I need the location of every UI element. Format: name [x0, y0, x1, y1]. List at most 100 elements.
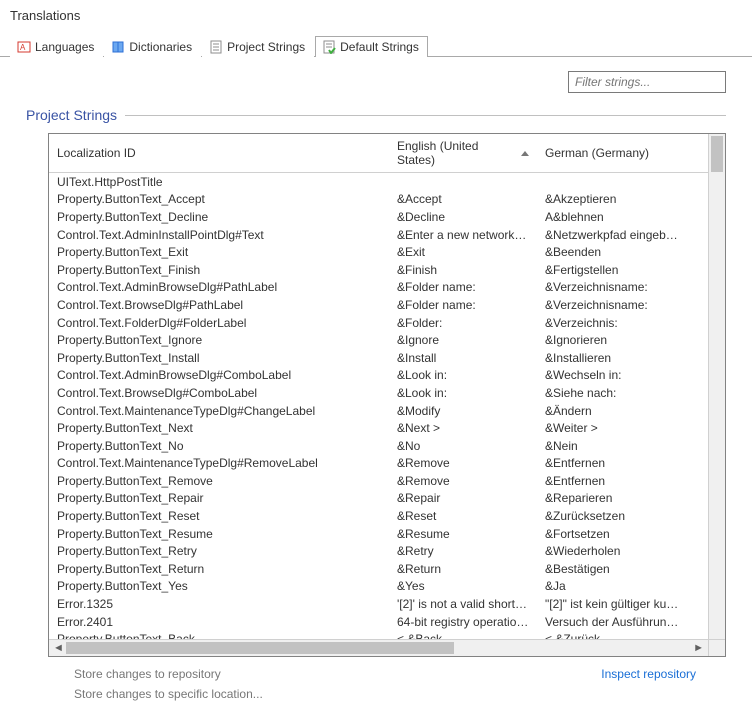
table-row[interactable]: Property.ButtonText_Yes&Yes&Ja	[49, 578, 725, 596]
cell-en: &Look in:	[389, 386, 537, 400]
tab-label: Default Strings	[340, 40, 419, 54]
scroll-right-icon[interactable]: ►	[693, 642, 704, 654]
cell-en: &Resume	[389, 527, 537, 541]
cell-de: &Nein	[537, 439, 687, 453]
table-row[interactable]: Property.ButtonText_Repair&Repair&Repari…	[49, 490, 725, 508]
table-row[interactable]: UIText.HttpPostTitle	[49, 173, 725, 191]
table-row[interactable]: Control.Text.AdminBrowseDlg#PathLabel&Fo…	[49, 279, 725, 297]
section-rule	[125, 115, 726, 116]
cell-en: &Exit	[389, 245, 537, 259]
tab-default-strings[interactable]: Default Strings	[315, 36, 428, 57]
column-header-en-label: English (United States)	[397, 139, 517, 167]
store-to-location-link[interactable]: Store changes to specific location...	[74, 687, 263, 701]
cell-de: &Verzeichnisname:	[537, 298, 687, 312]
table-row[interactable]: Control.Text.BrowseDlg#ComboLabel&Look i…	[49, 384, 725, 402]
project-strings-icon	[209, 40, 223, 54]
sort-ascending-icon	[521, 151, 529, 156]
cell-de: &Akzeptieren	[537, 192, 687, 206]
cell-de: &Fortsetzen	[537, 527, 687, 541]
cell-en: &Folder name:	[389, 298, 537, 312]
cell-en: &Retry	[389, 544, 537, 558]
cell-en: &Look in:	[389, 368, 537, 382]
cell-de: &Entfernen	[537, 474, 687, 488]
table-row[interactable]: Error.240164-bit registry operation ...V…	[49, 613, 725, 631]
tab-languages[interactable]: A Languages	[10, 36, 103, 57]
cell-de: &Ignorieren	[537, 333, 687, 347]
cell-id: Control.Text.AdminBrowseDlg#PathLabel	[49, 280, 389, 294]
cell-id: Property.ButtonText_Ignore	[49, 333, 389, 347]
scroll-left-icon[interactable]: ◄	[53, 642, 64, 654]
cell-en: &Yes	[389, 579, 537, 593]
cell-id: Control.Text.FolderDlg#FolderLabel	[49, 316, 389, 330]
strings-grid: Localization ID English (United States) …	[48, 133, 726, 657]
tab-project-strings[interactable]: Project Strings	[202, 36, 314, 57]
table-row[interactable]: Property.ButtonText_Next&Next >&Weiter >	[49, 419, 725, 437]
cell-id: Property.ButtonText_Finish	[49, 263, 389, 277]
cell-en: &Reset	[389, 509, 537, 523]
cell-en: &No	[389, 439, 537, 453]
table-row[interactable]: Control.Text.BrowseDlg#PathLabel&Folder …	[49, 296, 725, 314]
table-row[interactable]: Property.ButtonText_Retry&Retry&Wiederho…	[49, 542, 725, 560]
cell-de: A&blehnen	[537, 210, 687, 224]
cell-id: Property.ButtonText_Repair	[49, 491, 389, 505]
scrollbar-thumb-h[interactable]	[66, 642, 454, 654]
cell-de: &Wechseln in:	[537, 368, 687, 382]
store-to-repo-link[interactable]: Store changes to repository	[74, 667, 263, 681]
section-title-text: Project Strings	[26, 107, 117, 123]
horizontal-scrollbar[interactable]: ◄ ►	[49, 639, 708, 656]
default-strings-icon	[322, 40, 336, 54]
table-row[interactable]: Control.Text.FolderDlg#FolderLabel&Folde…	[49, 314, 725, 332]
cell-id: Control.Text.AdminInstallPointDlg#Text	[49, 228, 389, 242]
cell-en: &Remove	[389, 456, 537, 470]
cell-id: Control.Text.MaintenanceTypeDlg#ChangeLa…	[49, 404, 389, 418]
table-row[interactable]: Property.ButtonText_Finish&Finish&Fertig…	[49, 261, 725, 279]
inspect-repo-link[interactable]: Inspect repository	[601, 667, 726, 701]
table-row[interactable]: Property.ButtonText_Ignore&Ignore&Ignori…	[49, 331, 725, 349]
cell-en: &Modify	[389, 404, 537, 418]
cell-en: &Ignore	[389, 333, 537, 347]
cell-id: UIText.HttpPostTitle	[49, 175, 389, 189]
svg-text:A: A	[20, 43, 26, 52]
table-row[interactable]: Property.ButtonText_Accept&Accept&Akzept…	[49, 191, 725, 209]
cell-id: Error.1325	[49, 597, 389, 611]
table-row[interactable]: Property.ButtonText_Exit&Exit&Beenden	[49, 243, 725, 261]
cell-de: &Reparieren	[537, 491, 687, 505]
cell-de: &Wiederholen	[537, 544, 687, 558]
scrollbar-corner	[708, 639, 725, 656]
grid-body: UIText.HttpPostTitle Property.ButtonText_…	[49, 173, 725, 656]
cell-de: &Entfernen	[537, 456, 687, 470]
table-row[interactable]: Control.Text.MaintenanceTypeDlg#RemoveLa…	[49, 455, 725, 473]
table-row[interactable]: Property.ButtonText_No&No&Nein	[49, 437, 725, 455]
table-row[interactable]: Property.ButtonText_Remove&Remove&Entfer…	[49, 472, 725, 490]
table-row[interactable]: Property.ButtonText_Install&Install&Inst…	[49, 349, 725, 367]
cell-id: Control.Text.BrowseDlg#PathLabel	[49, 298, 389, 312]
table-row[interactable]: Property.ButtonText_Return&Return&Bestät…	[49, 560, 725, 578]
table-row[interactable]: Error.1325'[2]' is not a valid short fil…	[49, 595, 725, 613]
table-row[interactable]: Control.Text.AdminInstallPointDlg#Text&E…	[49, 226, 725, 244]
cell-id: Control.Text.BrowseDlg#ComboLabel	[49, 386, 389, 400]
cell-id: Error.2401	[49, 615, 389, 629]
cell-en: '[2]' is not a valid short fil...	[389, 597, 537, 611]
table-row[interactable]: Control.Text.MaintenanceTypeDlg#ChangeLa…	[49, 402, 725, 420]
column-header-en[interactable]: English (United States)	[389, 134, 537, 172]
tab-dictionaries[interactable]: Dictionaries	[104, 36, 201, 57]
cell-de: &Netzwerkpfad eingeben	[537, 228, 687, 242]
table-row[interactable]: Property.ButtonText_Decline&DeclineA&ble…	[49, 208, 725, 226]
cell-de: "[2]" ist kein gültiger kurz..	[537, 597, 687, 611]
cell-id: Property.ButtonText_Next	[49, 421, 389, 435]
cell-id: Property.ButtonText_Reset	[49, 509, 389, 523]
cell-id: Property.ButtonText_Exit	[49, 245, 389, 259]
cell-de: &Weiter >	[537, 421, 687, 435]
cell-de: &Beenden	[537, 245, 687, 259]
table-row[interactable]: Property.ButtonText_Reset&Reset&Zurückse…	[49, 507, 725, 525]
scrollbar-thumb[interactable]	[711, 136, 723, 172]
dictionaries-icon	[111, 40, 125, 54]
table-row[interactable]: Control.Text.AdminBrowseDlg#ComboLabel&L…	[49, 367, 725, 385]
table-row[interactable]: Property.ButtonText_Resume&Resume&Fortse…	[49, 525, 725, 543]
cell-de: &Bestätigen	[537, 562, 687, 576]
column-header-de[interactable]: German (Germany)	[537, 134, 687, 172]
column-header-id[interactable]: Localization ID	[49, 134, 389, 172]
vertical-scrollbar[interactable]	[708, 134, 725, 639]
cell-id: Property.ButtonText_No	[49, 439, 389, 453]
filter-input[interactable]	[568, 71, 726, 93]
